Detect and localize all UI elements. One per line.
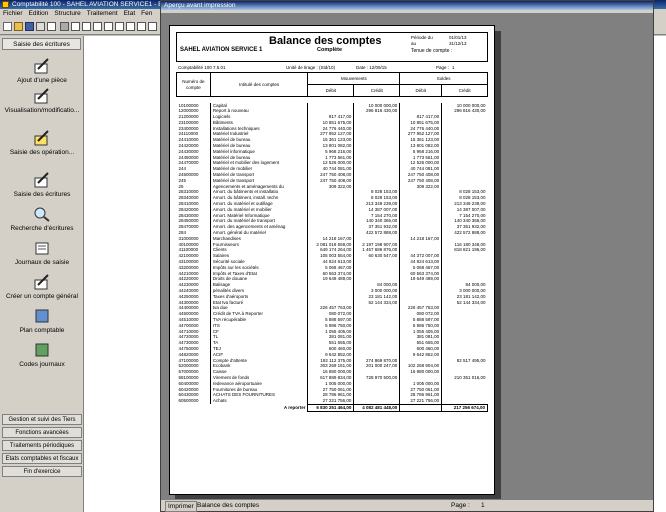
print-date: Date : 12/09/15 — [356, 65, 387, 70]
preview-canvas[interactable]: Balance des comptes SAHEL AVIATION SERVI… — [161, 13, 653, 499]
app-icon — [2, 1, 9, 8]
pen-paper-icon — [34, 130, 49, 146]
preview-statusbar: Imprimer Balance des comptes Page : 1 — [161, 499, 653, 512]
status-page-label: Page : — [451, 502, 470, 509]
sidebar-item-codes-journaux[interactable]: Codes journaux — [0, 342, 84, 368]
status-page-number: 1 — [481, 502, 485, 509]
menu-etat[interactable]: Etat — [124, 10, 136, 17]
total-debit: 6 830 251 464,00 — [307, 403, 355, 412]
sidebar-item-label: Codes journaux — [19, 361, 65, 368]
sidebar-item-label: Saisie des opération... — [9, 149, 75, 156]
document-icon[interactable] — [148, 22, 157, 31]
sidebar-item-label: Ajout d'une pièce — [17, 77, 67, 84]
col-intitule: Intitulé des comptes — [209, 72, 309, 97]
col-mouvements: Mouvements — [307, 72, 401, 85]
report-subtitle: Complète — [317, 47, 343, 53]
menu-edition[interactable]: Edition — [29, 10, 49, 17]
sidebar-item-creer-compte[interactable]: Créer un compte général — [0, 274, 84, 300]
col-debit: Débit — [307, 84, 355, 97]
total-solde-debit — [399, 403, 443, 412]
pen-paper-icon — [34, 58, 49, 74]
workspace-background — [84, 36, 160, 512]
page-number: 1 — [452, 65, 455, 70]
sidebar-item-label: Journaux de saisie — [14, 259, 70, 266]
document-icon[interactable] — [115, 22, 124, 31]
col-soldes: Soldes — [399, 72, 488, 85]
tenue-compte-label: Tenue de compte : — [411, 48, 453, 54]
col-credit: Crédit — [353, 84, 401, 97]
journal-icon — [35, 242, 49, 255]
col-numero: Numéro de compte — [176, 72, 211, 97]
report-page: Balance des comptes SAHEL AVIATION SERVI… — [169, 25, 495, 495]
pen-paper-icon — [34, 88, 49, 104]
menu-traitement[interactable]: Traitement — [87, 10, 118, 17]
sidebar-item-saisie-operation[interactable]: Saisie des opération... — [0, 130, 84, 156]
menu-fichier[interactable]: Fichier — [3, 10, 23, 17]
total-credit: 4 082 481 448,00 — [353, 403, 401, 412]
save-icon[interactable] — [25, 22, 34, 31]
sidebar-header: Saisie des écritures — [2, 38, 81, 50]
compta-version: Comptabilité 100 7.5.01 — [178, 65, 226, 70]
total-row: A reporter 6 830 251 464,00 4 082 481 44… — [177, 403, 488, 412]
status-report-name: Balance des comptes — [197, 502, 260, 509]
sidebar-item-recherche[interactable]: Recherche d'écritures — [0, 206, 84, 232]
sidebar-item-visualisation[interactable]: Visualisation/modificatio... — [0, 88, 84, 114]
document-icon[interactable] — [104, 22, 113, 31]
sidebar-item-plan-comptable[interactable]: Plan comptable — [0, 308, 84, 334]
new-icon[interactable] — [3, 22, 12, 31]
company-name: SAHEL AVIATION SERVICE 1 — [180, 47, 263, 53]
document-icon[interactable] — [126, 22, 135, 31]
pen-paper-icon — [34, 172, 49, 188]
paste-icon[interactable] — [82, 22, 91, 31]
balance-table: Numéro de compte Intitulé des comptes Mo… — [176, 72, 488, 412]
print-icon[interactable] — [36, 22, 45, 31]
total-solde-credit: 217 256 674,00 — [441, 403, 488, 412]
print-button[interactable]: Imprimer — [165, 501, 197, 512]
search-icon — [34, 207, 50, 222]
find-icon[interactable] — [93, 22, 102, 31]
report-title: Balance des comptes — [269, 35, 382, 47]
col-solde-debit: Débit — [399, 84, 443, 97]
sidebar-item-label: Plan comptable — [19, 327, 65, 334]
total-label: A reporter — [283, 404, 306, 410]
menu-structure[interactable]: Structure — [54, 10, 80, 17]
period-to: 31/12/13 — [449, 41, 467, 46]
workspace-background — [654, 36, 666, 512]
book-icon — [35, 309, 49, 323]
sidebar-item-label: Saisie des écritures — [13, 191, 71, 198]
sidebar-item-label: Créer un compte général — [6, 293, 78, 300]
gestion-tiers-button[interactable]: Gestion et suivi des Tiers — [2, 414, 82, 425]
preview-icon[interactable] — [47, 22, 56, 31]
sidebar: Saisie des écritures Ajout d'une pièce V… — [0, 36, 84, 512]
cut-icon[interactable] — [60, 22, 69, 31]
sidebar-item-label: Visualisation/modificatio... — [4, 107, 80, 114]
report-header-box: Balance des comptes SAHEL AVIATION SERVI… — [176, 32, 488, 62]
page-label: Page : — [436, 65, 450, 70]
unite-tirage: Unité de tirage : (Std/10) — [286, 65, 336, 70]
copy-icon[interactable] — [71, 22, 80, 31]
period-to-label: au — [411, 41, 417, 46]
fin-exercice-button[interactable]: Fin d'exercice — [2, 466, 82, 477]
fonctions-avancees-button[interactable]: Fonctions avancées — [2, 427, 82, 438]
sidebar-item-journaux-saisie[interactable]: Journaux de saisie — [0, 240, 84, 266]
col-solde-credit: Crédit — [441, 84, 488, 97]
period-from: 01/01/13 — [449, 35, 467, 40]
etats-comptables-button[interactable]: Etats comptables et fiscaux — [2, 453, 82, 464]
period-from-label: Période du — [411, 35, 433, 40]
main-window-title: Comptabilité 100 - SAHEL AVIATION SERVIC… — [12, 1, 170, 8]
document-icon[interactable] — [137, 22, 146, 31]
sidebar-item-ajout-piece[interactable]: Ajout d'une pièce — [0, 58, 84, 84]
menu-fenetre[interactable]: Fen — [141, 10, 152, 17]
preview-titlebar: Aperçu avant impression — [161, 1, 653, 10]
print-preview-window: Aperçu avant impression Balance des comp… — [160, 0, 654, 512]
open-folder-icon[interactable] — [14, 22, 23, 31]
sidebar-item-label: Recherche d'écritures — [10, 225, 74, 232]
pen-paper-icon — [34, 274, 49, 290]
sidebar-item-saisie-ecritures[interactable]: Saisie des écritures — [0, 172, 84, 198]
traitements-periodiques-button[interactable]: Traitements périodiques — [2, 440, 82, 451]
book-icon — [35, 343, 49, 357]
